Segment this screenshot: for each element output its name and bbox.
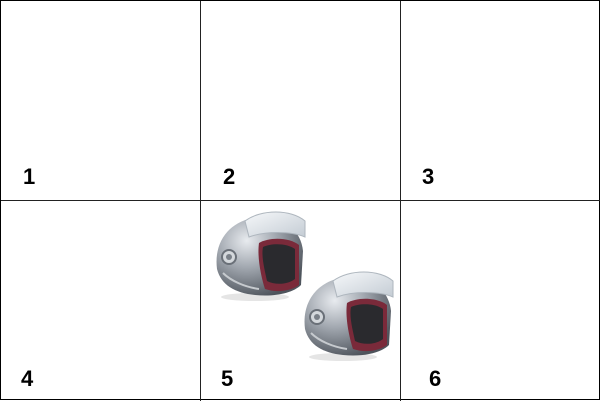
cell-number: 1	[23, 164, 36, 189]
grid-cell-1[interactable]: 1	[1, 1, 200, 200]
cell-number: 2	[223, 164, 236, 189]
cell-number: 6	[429, 366, 442, 391]
cell-number: 4	[21, 366, 34, 391]
cell-number: 5	[221, 366, 234, 391]
grid-cell-5[interactable]: 5	[201, 201, 400, 400]
grid-cell-2[interactable]: 2	[201, 1, 400, 200]
grid-cell-3[interactable]: 3	[401, 1, 600, 200]
helmet-icon	[304, 271, 394, 361]
cell-number: 3	[422, 164, 435, 189]
grid-cell-4[interactable]: 4	[1, 201, 200, 400]
grid-cell-6[interactable]: 6	[401, 201, 600, 400]
image-grid: 1 2 3 4 5 6	[0, 0, 600, 401]
